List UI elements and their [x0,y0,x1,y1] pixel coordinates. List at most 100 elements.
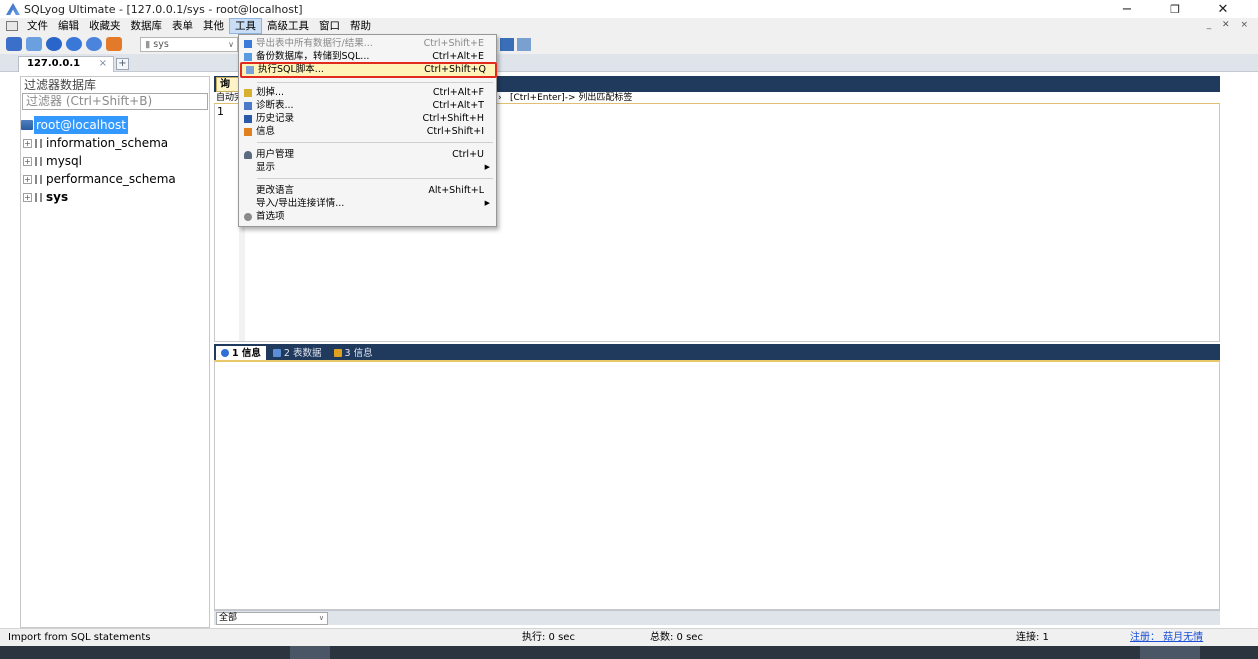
expand-icon[interactable]: + [23,174,32,184]
menu-table[interactable]: 表单 [167,18,198,34]
execute-all-icon[interactable] [66,37,82,51]
user-icon [244,151,252,159]
tree-node-sys[interactable]: + sys [21,188,209,206]
result-tab-bar: 1 信息 2 表数据 3 信息 [214,344,1220,360]
menu-item-export-rows[interactable]: 导出表中所有数据行/结果... Ctrl+Shift+E [240,37,495,50]
menu-item-shortcut: Ctrl+Shift+I [426,126,484,137]
menu-item-diagnose-table[interactable]: 诊断表... Ctrl+Alt+T [240,99,495,112]
menu-item-label: 显示 [256,162,276,173]
menu-item-shortcut: Ctrl+Shift+Q [424,64,486,75]
taskbar-chip [1140,646,1200,659]
menu-item-label: 用户管理 [256,149,295,160]
tools-menu: 导出表中所有数据行/结果... Ctrl+Shift+E 备份数据库，转储到SQ… [238,34,497,227]
menu-item-label: 划掉... [256,87,285,98]
menu-favorites[interactable]: 收藏夹 [84,18,126,34]
tree-node-label: mysql [46,154,82,168]
filter-header: 过滤器数据库 [24,78,97,92]
menu-database[interactable]: 数据库 [126,18,168,34]
stop-icon[interactable] [106,37,122,51]
tab-messages[interactable]: 1 信息 [216,346,266,360]
info-chart-icon [333,349,342,357]
db-selector-icon: ▮ [145,39,154,50]
tab-label: 1 信息 [232,347,261,359]
export-icon [244,40,252,48]
menu-other[interactable]: 其他 [198,18,229,34]
submenu-arrow-icon: ▶ [484,199,490,207]
menu-item-execute-sql-script[interactable]: 执行SQL脚本... Ctrl+Shift+Q [240,62,497,78]
results-panel [214,360,1220,610]
menu-file[interactable]: 文件 [22,18,53,34]
close-tab-icon[interactable]: × [99,57,107,71]
autocomplete-hint: [Ctrl+Enter]-> 列出匹配标签 [510,93,633,103]
add-tab-button[interactable]: + [116,58,129,70]
tree-node-mysql[interactable]: + mysql [21,152,209,170]
register-link[interactable]: 注册： 菇月无情 [1130,629,1203,646]
menu-item-preferences[interactable]: 首选项 [240,210,495,223]
tree-node-label: information_schema [46,136,169,150]
chevron-down-icon: ∨ [318,614,324,622]
menu-item-shortcut: Ctrl+Alt+T [432,100,485,111]
chevron-right-icon: › [498,93,502,103]
mdi-window-controls[interactable]: _ ✕ × [1207,20,1252,30]
tab-label: 3 信息 [344,347,373,359]
menu-separator [257,178,493,179]
database-selector[interactable]: ▮ sys ∨ [140,37,238,52]
menu-item-label: 历史记录 [256,113,295,124]
menu-help[interactable]: 帮助 [345,18,376,34]
menu-item-backup-database[interactable]: 备份数据库，转储到SQL... Ctrl+Alt+E [240,50,495,61]
info-chart-icon [244,128,252,136]
maximize-button[interactable]: ❐ [1158,0,1192,18]
menu-tools[interactable]: 工具 [229,18,262,34]
tab-info[interactable]: 3 信息 [329,346,378,360]
sqlyog-logo-icon [6,3,20,15]
new-query-icon[interactable] [26,37,42,51]
submenu-arrow-icon: ▶ [484,163,490,171]
new-connection-icon[interactable] [6,37,22,51]
result-filter-select[interactable]: 全部 ∨ [216,612,328,625]
expand-icon[interactable]: + [23,156,32,166]
database-icon [35,174,42,184]
database-tree: root@localhost + information_schema + my… [21,116,209,206]
tree-node-performance-schema[interactable]: + performance_schema [21,170,209,188]
total-time: 总数: 0 sec [650,632,703,643]
minimize-button[interactable]: − [1110,0,1144,18]
close-button[interactable]: ✕ [1206,0,1240,18]
menu-item-info[interactable]: 信息 Ctrl+Shift+I [240,125,495,138]
database-icon [35,156,42,166]
refresh-icon[interactable] [86,37,102,51]
menu-item-user-manager[interactable]: 用户管理 Ctrl+U [240,148,495,161]
tree-root-node[interactable]: root@localhost [21,116,209,134]
menu-item-label: 执行SQL脚本... [258,64,324,75]
backup-icon [244,53,252,61]
table-tool-icon[interactable] [500,38,514,51]
menu-item-display[interactable]: 显示 ▶ [240,161,495,174]
database-selector-value: sys [153,39,169,50]
menu-item-strike[interactable]: 划掉... Ctrl+Alt+F [240,86,495,99]
execute-icon[interactable] [46,37,62,51]
menu-item-change-language[interactable]: 更改语言 Alt+Shift+L [240,184,495,197]
window-title: SQLyog Ultimate - [127.0.0.1/sys - root@… [24,2,303,16]
menu-item-import-export-connections[interactable]: 导入/导出连接详情... ▶ [240,197,495,210]
exec-time: 执行: 0 sec [522,632,575,643]
menu-item-label: 导出表中所有数据行/结果... [256,38,373,49]
title-bar: SQLyog Ultimate - [127.0.0.1/sys - root@… [0,0,1258,18]
tab-table-data[interactable]: 2 表数据 [268,346,327,360]
menu-item-label: 导入/导出连接详情... [256,198,345,209]
menu-item-label: 更改语言 [256,185,295,196]
menu-bar: 文件 编辑 收藏夹 数据库 表单 其他 工具 高级工具 窗口 帮助 [0,18,1258,34]
menu-advanced-tools[interactable]: 高级工具 [262,18,314,34]
sql-script-icon [246,66,254,74]
tree-node-information-schema[interactable]: + information_schema [21,134,209,152]
menu-item-history[interactable]: 历史记录 Ctrl+Shift+H [240,112,495,125]
menu-item-shortcut: Ctrl+Shift+E [423,38,484,49]
filter-input[interactable]: 过滤器 (Ctrl+Shift+B) [22,93,208,110]
chevron-down-icon: ∨ [228,40,234,49]
schema-tool-icon[interactable] [517,38,531,51]
taskbar-chip [290,646,330,659]
menu-edit[interactable]: 编辑 [53,18,84,34]
connection-tab[interactable]: 127.0.0.1 × [18,56,114,72]
expand-icon[interactable]: + [23,192,32,202]
tree-node-label: sys [46,190,69,204]
expand-icon[interactable]: + [23,138,32,148]
menu-window[interactable]: 窗口 [314,18,345,34]
